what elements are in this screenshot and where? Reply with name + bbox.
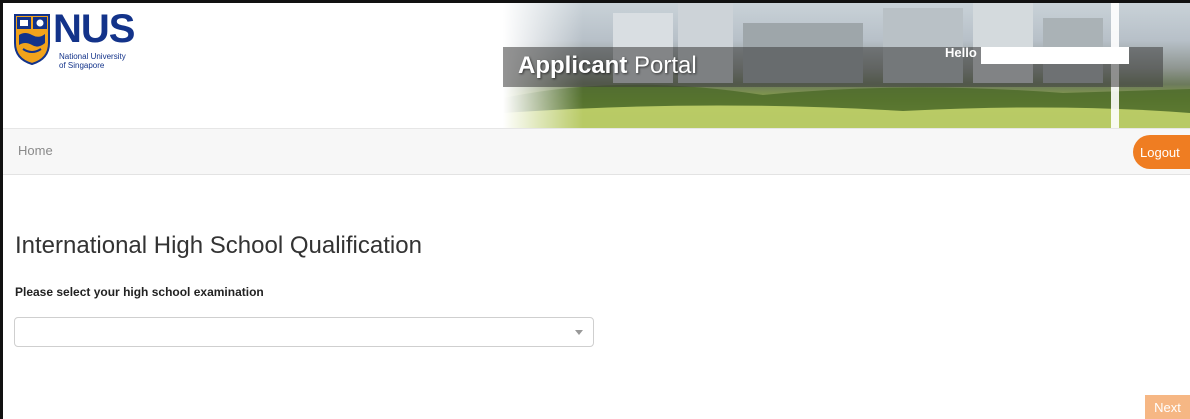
logo-subtitle: National University of Singapore — [59, 52, 126, 70]
logo-subtitle-line1: National University — [59, 52, 126, 61]
logout-button[interactable]: Logout — [1133, 135, 1190, 169]
nav-home-link[interactable]: Home — [18, 143, 53, 158]
portal-title-bold: Applicant — [518, 52, 628, 79]
greeting-text: Hello — [945, 45, 977, 60]
logo-wordmark: NUS — [53, 7, 135, 51]
exam-select-label: Please select your high school examinati… — [15, 285, 264, 299]
nus-crest-icon — [14, 14, 50, 65]
nus-logo[interactable]: NUS National University of Singapore — [13, 7, 153, 73]
redacted-username — [981, 47, 1129, 64]
exam-select[interactable] — [14, 317, 594, 347]
site-header: NUS National University of Singapore App… — [3, 3, 1190, 128]
portal-title: Applicant Portal — [518, 52, 697, 80]
portal-title-rest: Portal — [627, 52, 697, 79]
page-title: International High School Qualification — [15, 232, 422, 259]
chevron-down-icon[interactable] — [575, 330, 583, 335]
next-button[interactable]: Next — [1145, 395, 1190, 419]
top-navbar: Home Logout — [3, 128, 1190, 175]
logo-subtitle-line2: of Singapore — [59, 61, 105, 70]
